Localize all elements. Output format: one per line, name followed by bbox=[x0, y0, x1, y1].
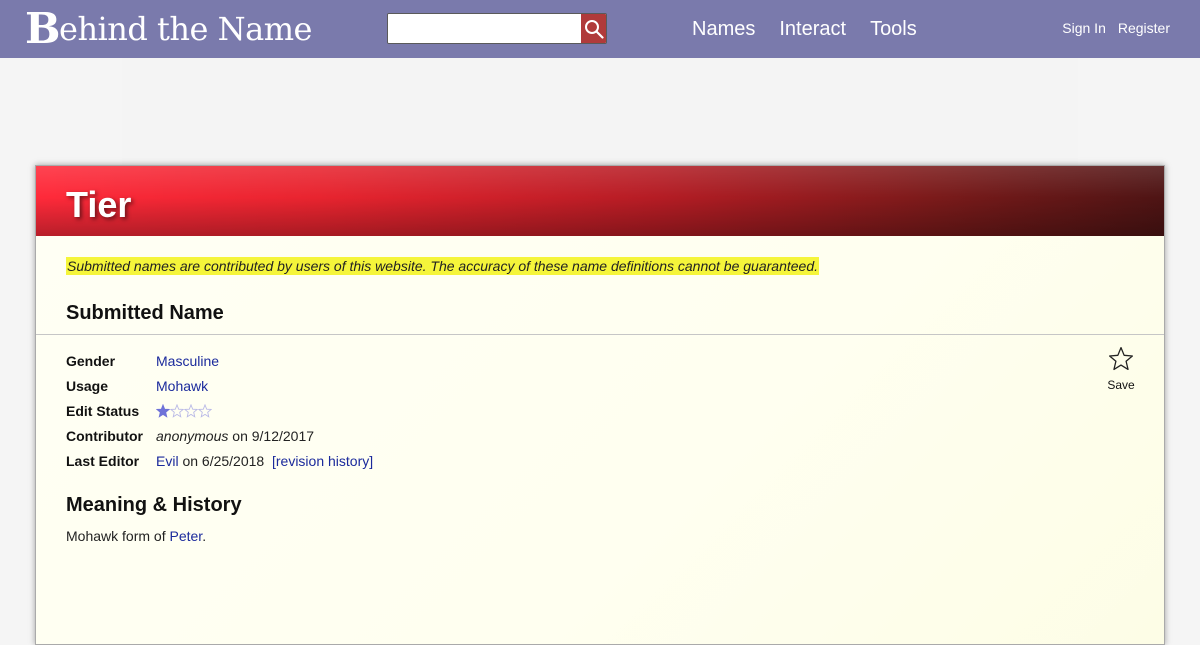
name-banner: Tier bbox=[36, 166, 1164, 236]
search-input[interactable] bbox=[388, 14, 581, 43]
contributor-name: anonymous bbox=[156, 427, 229, 444]
last-editor-link[interactable]: Evil bbox=[156, 453, 179, 469]
logo-capital: B bbox=[25, 4, 61, 53]
revision-history-link[interactable]: [revision history] bbox=[272, 453, 373, 469]
nav-tools[interactable]: Tools bbox=[870, 17, 917, 41]
related-name-link[interactable]: Peter bbox=[169, 528, 202, 544]
star-filled-icon bbox=[156, 403, 170, 418]
main-nav: Names Interact Tools bbox=[692, 17, 917, 41]
sign-in-link[interactable]: Sign In bbox=[1062, 20, 1106, 36]
save-button[interactable]: Save bbox=[1106, 346, 1136, 392]
search-box bbox=[387, 13, 607, 44]
meaning-text: Mohawk form of Peter. bbox=[66, 528, 206, 544]
usage-value-link[interactable]: Mohawk bbox=[156, 378, 208, 394]
logo-text: ehind the Name bbox=[59, 10, 312, 48]
site-logo[interactable]: Behind the Name bbox=[25, 7, 312, 51]
nav-names[interactable]: Names bbox=[692, 17, 755, 41]
star-empty-icon bbox=[198, 403, 212, 418]
gender-value-link[interactable]: Masculine bbox=[156, 353, 219, 369]
meaning-prefix: Mohawk form of bbox=[66, 528, 170, 544]
edit-status-stars bbox=[156, 403, 212, 419]
contributor-label: Contributor bbox=[66, 427, 143, 444]
account-links: Sign In Register bbox=[1062, 20, 1170, 36]
usage-label: Usage bbox=[66, 377, 109, 394]
info-row-edit-status: Edit Status bbox=[66, 398, 373, 423]
star-empty-icon bbox=[184, 403, 198, 418]
contributor-date: on 9/12/2017 bbox=[232, 427, 315, 444]
name-title: Tier bbox=[66, 184, 132, 225]
edit-status-label: Edit Status bbox=[66, 402, 140, 419]
star-outline-icon bbox=[1108, 346, 1134, 371]
search-icon bbox=[584, 19, 604, 39]
ad-space bbox=[122, 58, 1078, 165]
info-row-last-editor: Last Editor Evil on 6/25/2018 [revision … bbox=[66, 448, 373, 473]
info-row-usage: Usage Mohawk bbox=[66, 373, 373, 398]
search-button[interactable] bbox=[581, 14, 606, 43]
section-title-meaning: Meaning & History bbox=[66, 494, 242, 516]
register-link[interactable]: Register bbox=[1118, 20, 1170, 36]
top-bar: Behind the Name Names Interact Tools Sig… bbox=[0, 0, 1200, 58]
name-info: Gender Masculine Usage Mohawk Edit Statu… bbox=[66, 348, 373, 473]
section-title-submitted-name: Submitted Name bbox=[66, 302, 224, 324]
save-label: Save bbox=[1107, 378, 1135, 392]
last-editor-label: Last Editor bbox=[66, 452, 140, 469]
last-editor-date: on 6/25/2018 bbox=[182, 452, 265, 469]
nav-interact[interactable]: Interact bbox=[779, 17, 846, 41]
info-row-gender: Gender Masculine bbox=[66, 348, 373, 373]
gender-label: Gender bbox=[66, 352, 116, 369]
info-row-contributor: Contributor anonymous on 9/12/2017 bbox=[66, 423, 373, 448]
name-panel: Tier Submitted names are contributed by … bbox=[35, 165, 1165, 645]
star-empty-icon bbox=[170, 403, 184, 418]
section-divider bbox=[36, 334, 1164, 335]
meaning-suffix: . bbox=[202, 528, 207, 544]
disclaimer: Submitted names are contributed by users… bbox=[66, 257, 819, 275]
